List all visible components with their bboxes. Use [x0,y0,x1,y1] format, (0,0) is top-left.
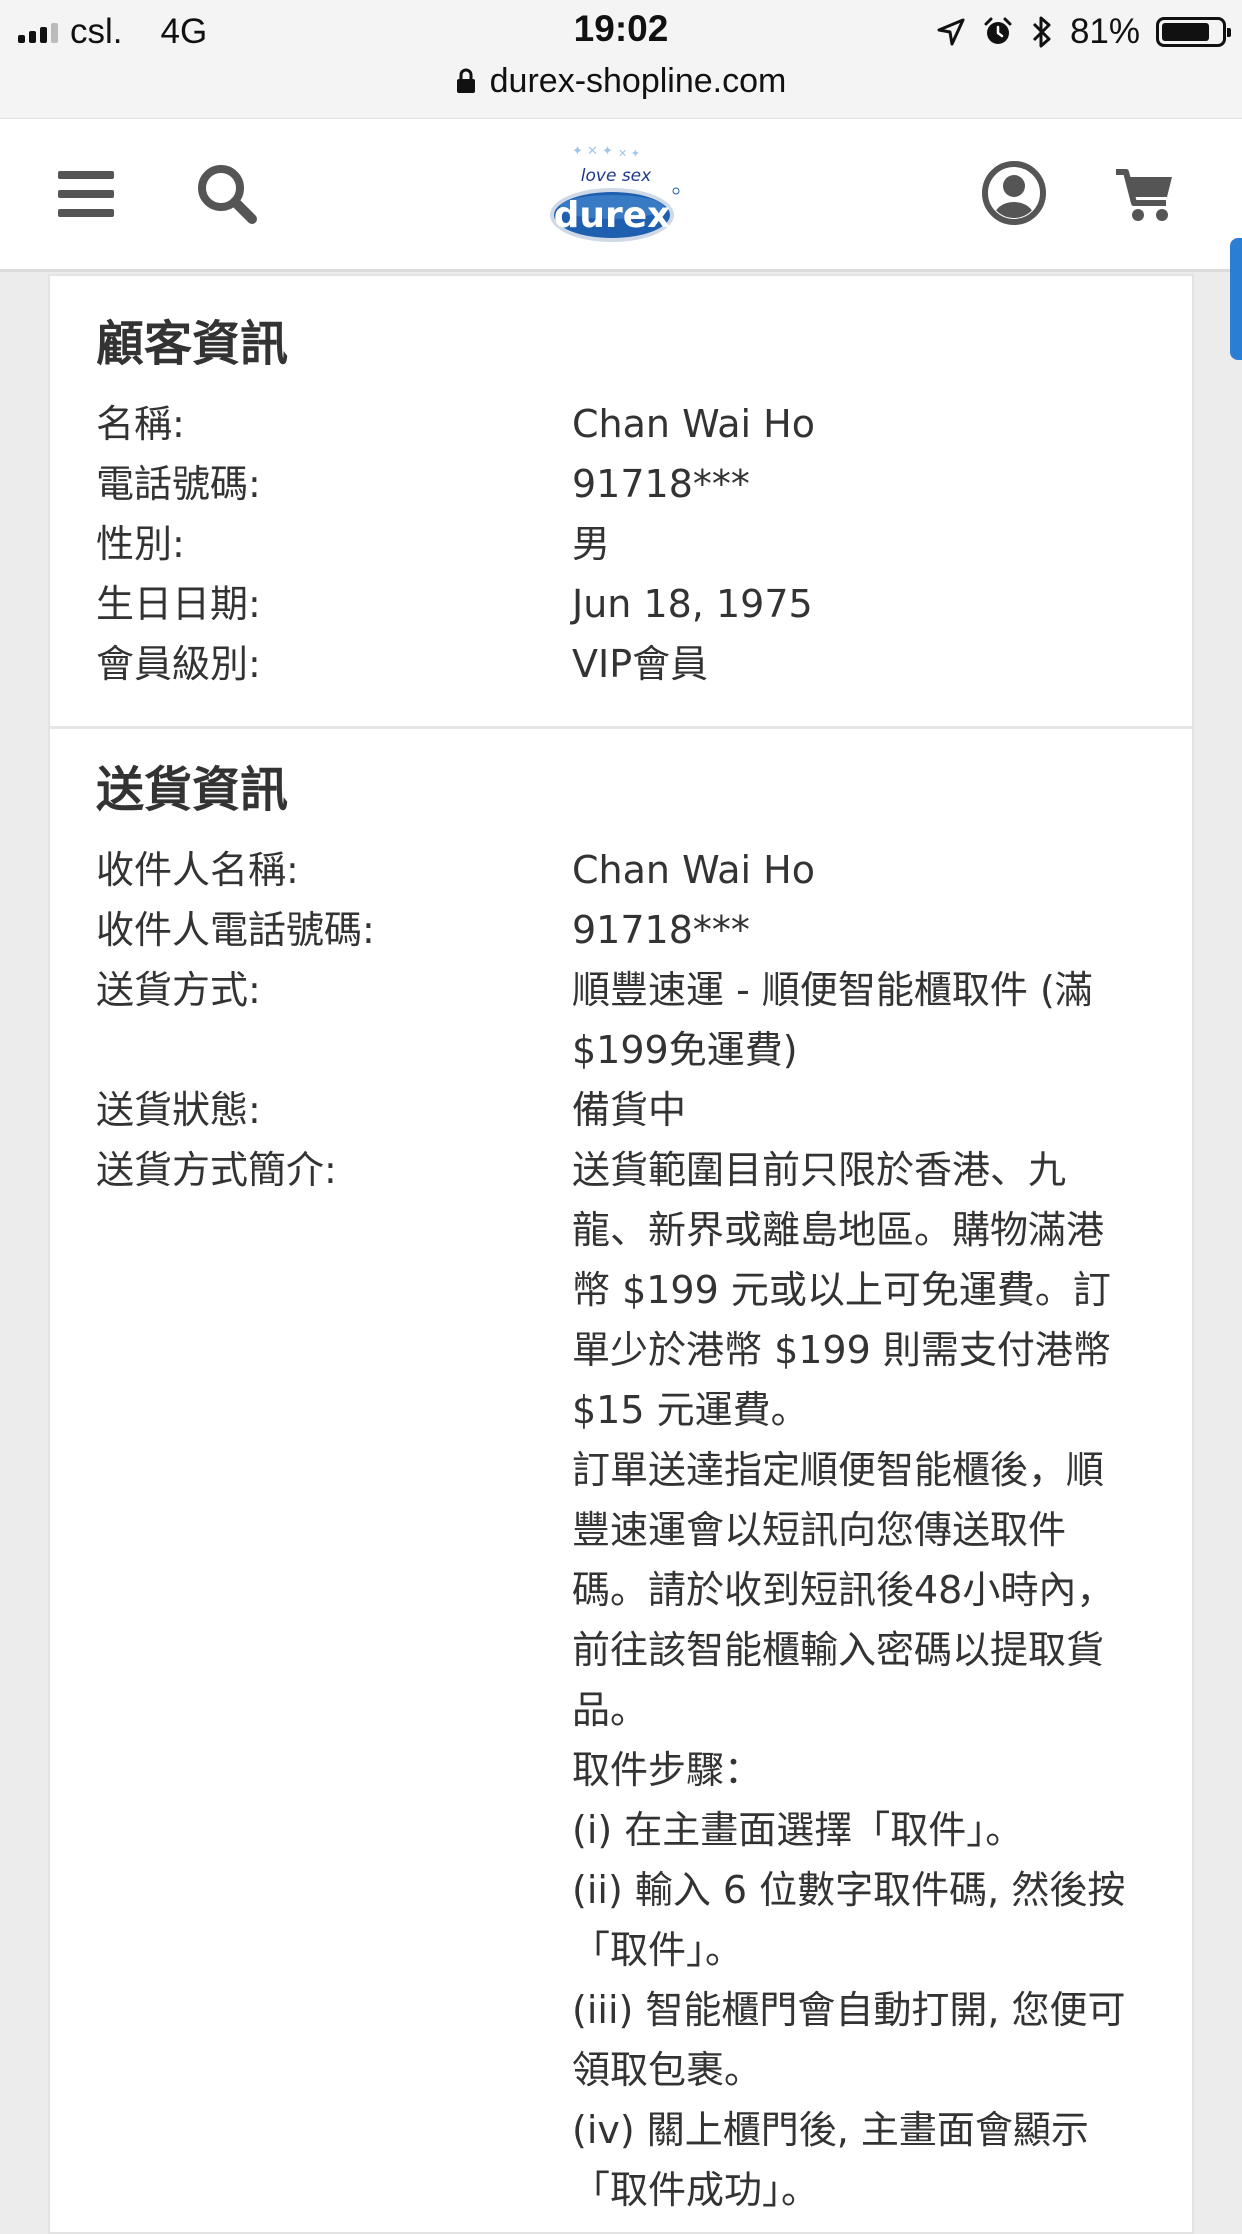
row-label: 會員級別: [96,642,261,686]
row-label: 生日日期: [96,582,261,626]
svg-text:✕ ✦: ✕ ✦ [618,147,640,160]
row-label: 電話號碼: [96,462,261,506]
address-bar[interactable]: durex-shopline.com [0,58,1242,104]
delivery-status: 備貨中 [572,1088,687,1132]
row-value: 男 [572,522,611,566]
row-label: 送貨方式: [96,968,261,1012]
description-paragraph: (iv) 關上櫃門後, 主畫面會顯示「取件成功」。 [572,2108,1089,2212]
status-bar: csl. 4G 19:02 81% durex-shopline.com [0,0,1242,118]
delivery-info-title: 送貨資訊 [96,762,289,818]
customer-info-title: 顧客資訊 [96,316,289,372]
site-header: ✦ ✕ ✦ ✕ ✦ love sex durex [0,118,1242,272]
account-icon[interactable] [982,161,1046,225]
description-paragraph: 訂單送達指定順便智能櫃後，順豐速運會以短訊向您傳送取件碼。請於收到短訊後48小時… [572,1448,1115,1732]
recipient-name: Chan Wai Ho [572,848,815,892]
menu-icon[interactable] [58,171,114,217]
delivery-description: 送貨範圍目前只限於香港、九龍、新界或離島地區。購物滿港幣 $199 元或以上可免… [572,1140,1132,2220]
location-arrow-icon [937,18,965,46]
row-label: 收件人電話號碼: [96,908,375,952]
row-label: 收件人名稱: [96,848,299,892]
url-text: durex-shopline.com [489,61,787,100]
delivery-method: 順豐速運 - 順便智能櫃取件 (滿$199免運費) [572,968,1093,1072]
lock-icon [456,68,475,93]
row-label: 送貨狀態: [96,1088,261,1132]
bluetooth-icon [1032,16,1051,48]
row-value: Jun 18, 1975 [572,582,813,626]
logo-tagline: love sex [581,166,652,186]
battery-icon [1156,17,1231,47]
recipient-phone: 91718*** [572,908,750,952]
battery-percentage: 81% [1069,12,1140,51]
description-paragraph: 送貨範圍目前只限於香港、九龍、新界或離島地區。購物滿港幣 $199 元或以上可免… [572,1148,1111,1432]
alarm-clock-icon [984,17,1012,44]
logo-brand: durex [554,195,671,236]
durex-logo[interactable]: ✦ ✕ ✦ ✕ ✦ love sex durex [548,141,684,259]
side-feedback-tab[interactable] [1230,238,1242,360]
description-paragraph: 取件步驟： [572,1748,763,1792]
description-paragraph: (iii) 智能櫃門會自動打開, 您便可領取包裹。 [572,1988,1126,2092]
customer-info-section: 顧客資訊 名稱: Chan Wai Ho 電話號碼: 91718*** 性別: … [50,276,1192,729]
svg-text:✦ ✕ ✦: ✦ ✕ ✦ [572,144,613,159]
row-label: 送貨方式簡介: [96,1148,337,1192]
description-paragraph: (i) 在主畫面選擇「取件」。 [572,1808,1024,1852]
row-label: 名稱: [96,402,185,446]
search-icon[interactable] [196,163,258,225]
row-label: 性別: [96,522,185,566]
row-value: VIP會員 [572,642,709,686]
row-value: 91718*** [572,462,750,506]
row-value: Chan Wai Ho [572,402,815,446]
description-paragraph: (ii) 輸入 6 位數字取件碼, 然後按「取件」。 [572,1868,1126,1972]
cart-icon[interactable] [1114,167,1174,223]
order-info-card: 顧客資訊 名稱: Chan Wai Ho 電話號碼: 91718*** 性別: … [48,274,1194,2234]
